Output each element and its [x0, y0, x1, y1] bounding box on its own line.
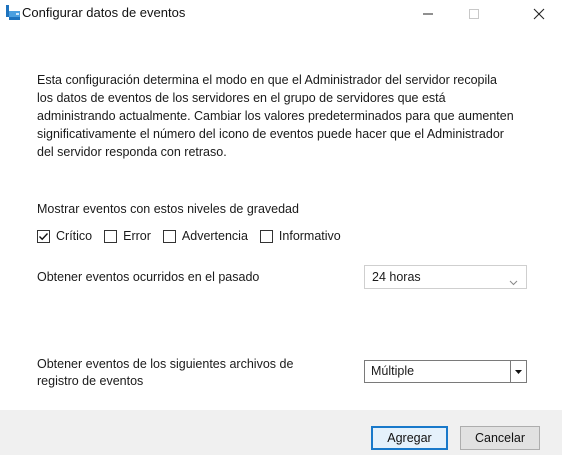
description-line: del servidor responda con retraso. — [37, 145, 227, 159]
checkbox-box[interactable] — [162, 229, 176, 243]
checkbox-box[interactable] — [259, 229, 273, 243]
severity-checkboxes: Crítico Error Advertencia Informativo — [37, 227, 353, 245]
description-line: los datos de eventos de los servidores e… — [37, 91, 446, 105]
dropdown-arrow-button[interactable] — [510, 361, 526, 382]
checkbox-informativo[interactable]: Informativo — [259, 229, 341, 243]
checkbox-box[interactable] — [104, 229, 118, 243]
dialog-window: Configurar datos de eventos Esta configu… — [0, 0, 562, 455]
window-title: Configurar datos de eventos — [22, 5, 186, 20]
triangle-down-icon — [515, 369, 522, 374]
chevron-down-icon — [509, 273, 518, 291]
description-text: Esta configuración determina el modo en … — [37, 71, 542, 161]
description-line: administrando actualmente. Cambiar los v… — [37, 109, 514, 123]
checkmark-icon — [39, 232, 49, 240]
maximize-button[interactable] — [451, 0, 497, 28]
past-period-value: 24 horas — [372, 270, 421, 284]
add-button[interactable]: Agregar — [371, 426, 448, 450]
maximize-icon — [469, 9, 479, 19]
minimize-button[interactable] — [405, 0, 451, 28]
past-period-dropdown[interactable]: 24 horas — [364, 265, 527, 289]
checkbox-label: Crítico — [56, 229, 93, 243]
cancel-button[interactable]: Cancelar — [460, 426, 540, 450]
checkbox-critico[interactable]: Crítico — [37, 229, 92, 243]
log-files-label: Obtener eventos de los siguientes archiv… — [37, 356, 337, 390]
close-icon — [533, 8, 545, 20]
checkbox-label: Informativo — [278, 229, 341, 243]
description-line: Esta configuración determina el modo en … — [37, 73, 497, 87]
checkbox-label: Error — [123, 229, 151, 243]
minimize-icon — [423, 13, 433, 15]
dialog-footer: Agregar Cancelar — [0, 410, 562, 455]
checkbox-label: Advertencia — [181, 229, 248, 243]
title-bar[interactable]: Configurar datos de eventos — [0, 0, 562, 28]
close-button[interactable] — [516, 0, 562, 28]
description-line: significativamente el número del icono d… — [37, 127, 504, 141]
past-events-label: Obtener eventos ocurridos en el pasado — [37, 270, 260, 284]
checkbox-advertencia[interactable]: Advertencia — [162, 229, 248, 243]
checkbox-box[interactable] — [37, 229, 50, 243]
log-files-label-line: Obtener eventos de los siguientes archiv… — [37, 357, 294, 371]
checkbox-error[interactable]: Error — [104, 229, 151, 243]
log-files-label-line: registro de eventos — [37, 374, 144, 388]
server-manager-icon — [6, 5, 22, 21]
log-files-dropdown[interactable]: Múltiple — [364, 360, 527, 383]
severity-label: Mostrar eventos con estos niveles de gra… — [37, 202, 299, 216]
log-files-value: Múltiple — [371, 364, 415, 378]
